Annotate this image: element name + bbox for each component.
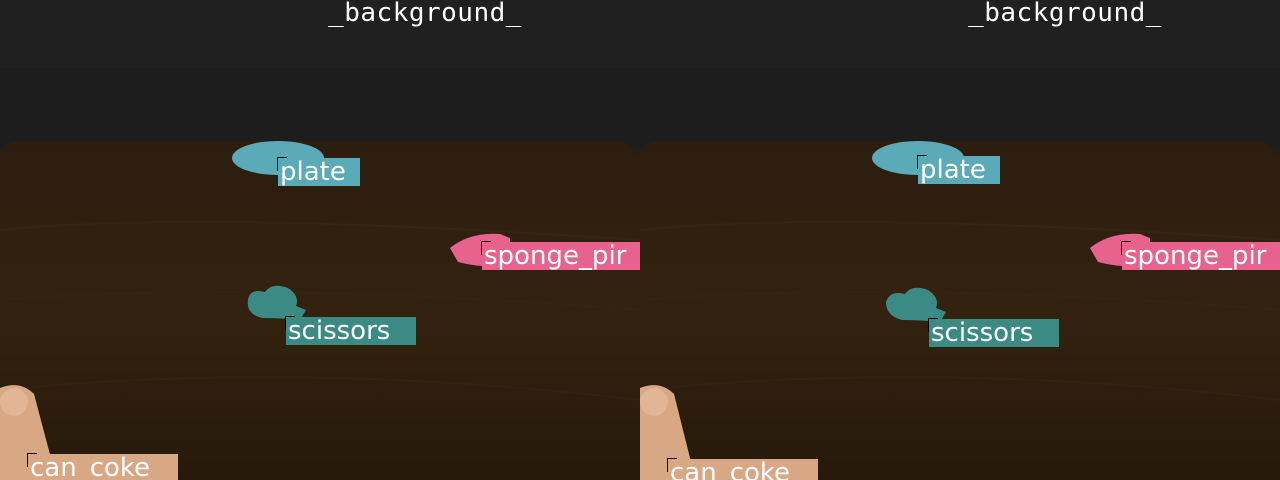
scene-canvas xyxy=(640,141,1280,480)
left-panel: _background_ plate sponge_pir scissors c… xyxy=(0,0,640,480)
scene-canvas xyxy=(0,141,640,480)
table-surface xyxy=(0,141,640,480)
sponge-label: sponge_pir xyxy=(1122,242,1280,270)
can-label: can_coke xyxy=(28,454,178,480)
sponge-label: sponge_pir xyxy=(482,242,640,270)
plate-label: plate xyxy=(278,158,360,186)
background-label: _background_ xyxy=(968,0,1162,28)
scissors-label: scissors xyxy=(286,317,416,345)
plate-label: plate xyxy=(918,156,1000,184)
segmentation-view: _background_ plate sponge_pir scissors c… xyxy=(0,0,1280,480)
background-label: _background_ xyxy=(328,0,522,28)
scissors-label: scissors xyxy=(929,319,1059,347)
can-label: can_coke xyxy=(668,459,818,480)
right-panel: _background_ plate sponge_pir scissors c… xyxy=(640,0,1280,480)
table-surface xyxy=(640,141,1280,480)
